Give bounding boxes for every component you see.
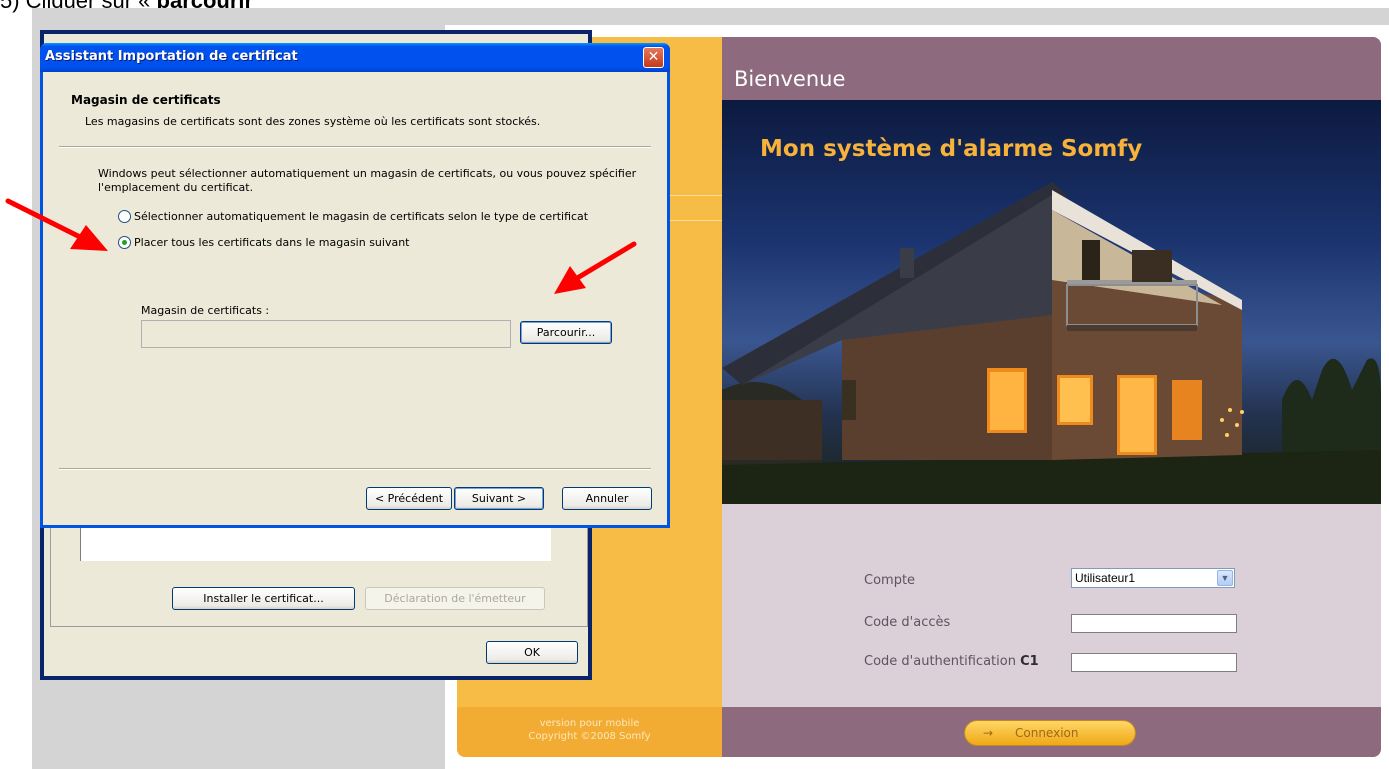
browse-button[interactable]: Parcourir... bbox=[520, 321, 612, 344]
access-code-input[interactable] bbox=[1071, 614, 1237, 633]
install-certificate-button[interactable]: Installer le certificat... bbox=[172, 587, 355, 610]
account-select-value: Utilisateur1 bbox=[1075, 571, 1136, 585]
footer-band: → Connexion bbox=[722, 707, 1381, 757]
ok-button[interactable]: OK bbox=[486, 641, 578, 664]
radio-place-label: Placer tous les certificats dans le maga… bbox=[134, 236, 410, 249]
radio-auto-select[interactable]: Sélectionner automatiquement le magasin … bbox=[118, 209, 658, 225]
previous-button[interactable]: < Précédent bbox=[366, 487, 452, 510]
header-divider bbox=[59, 146, 651, 148]
sidebar-footer: version pour mobile Copyright ©2008 Somf… bbox=[457, 707, 722, 757]
certificate-info-text bbox=[80, 527, 551, 561]
mobile-version-link[interactable]: version pour mobile bbox=[457, 717, 722, 730]
connexion-button[interactable]: → Connexion bbox=[965, 721, 1135, 745]
connexion-button-label: Connexion bbox=[1015, 726, 1079, 740]
section-title: Magasin de certificats bbox=[71, 93, 221, 107]
arrow-right-icon: → bbox=[983, 726, 994, 740]
radio-auto-icon[interactable] bbox=[118, 210, 131, 223]
section-description: Les magasins de certificats sont des zon… bbox=[85, 115, 541, 128]
auth-code-label: Code d'authentification C1 bbox=[864, 654, 1039, 669]
hero-title: Mon système d'alarme Somfy bbox=[760, 136, 1143, 162]
chevron-down-icon[interactable]: ▼ bbox=[1217, 570, 1233, 586]
access-code-label: Code d'accès bbox=[864, 615, 951, 630]
annotation-arrow-left bbox=[5, 198, 108, 251]
annotation-arrow-right bbox=[554, 241, 637, 294]
account-label: Compte bbox=[864, 573, 916, 588]
wizard-body-text: Windows peut sélectionner automatiquemen… bbox=[98, 167, 637, 194]
header-band: Bienvenue bbox=[722, 37, 1381, 100]
next-button[interactable]: Suivant > bbox=[454, 487, 544, 510]
radio-place-icon[interactable] bbox=[118, 236, 131, 249]
footer-divider bbox=[59, 468, 651, 470]
cancel-button[interactable]: Annuler bbox=[562, 487, 652, 510]
house-hero-image: Mon système d'alarme Somfy bbox=[722, 100, 1381, 504]
page-title: Bienvenue bbox=[734, 67, 846, 91]
close-icon[interactable]: ✕ bbox=[643, 47, 664, 68]
store-label: Magasin de certificats : bbox=[141, 304, 270, 317]
somfy-main-panel: Bienvenue Mon système d'alarme Somfy Com… bbox=[722, 37, 1381, 757]
account-select[interactable]: Utilisateur1 ▼ bbox=[1071, 568, 1235, 588]
radio-place-store[interactable]: Placer tous les certificats dans le maga… bbox=[118, 235, 438, 251]
auth-code-key: C1 bbox=[1020, 654, 1039, 669]
issuer-statement-button[interactable]: Déclaration de l'émetteur bbox=[365, 587, 545, 610]
copyright-text: Copyright ©2008 Somfy bbox=[528, 731, 651, 742]
wizard-titlebar[interactable]: Assistant Importation de certificat ✕ bbox=[40, 43, 670, 72]
wizard-title: Assistant Importation de certificat bbox=[45, 49, 298, 64]
radio-auto-label: Sélectionner automatiquement le magasin … bbox=[134, 210, 589, 223]
auth-code-input[interactable] bbox=[1071, 653, 1237, 672]
store-input[interactable] bbox=[141, 320, 511, 348]
